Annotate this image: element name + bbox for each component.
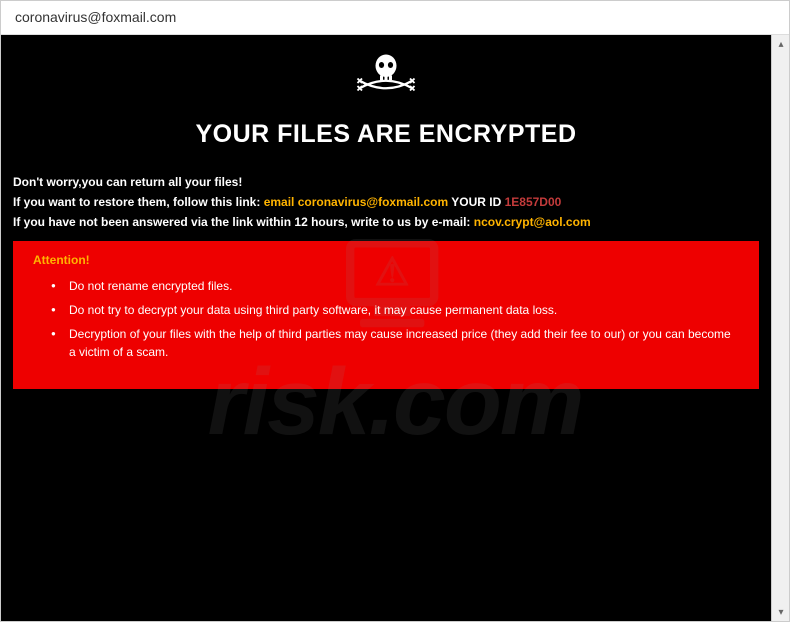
pirate-skull-icon <box>1 35 771 112</box>
intro-text: Don't worry,you can return all your file… <box>13 173 759 231</box>
warning-title: Attention! <box>33 253 739 267</box>
warning-item: Decryption of your files with the help o… <box>51 325 739 361</box>
warning-item: Do not try to decrypt your data using th… <box>51 301 739 319</box>
scroll-up-icon[interactable]: ▴ <box>772 35 789 53</box>
scroll-down-icon[interactable]: ▾ <box>772 603 789 621</box>
your-id-label: YOUR ID <box>448 195 504 209</box>
warning-list: Do not rename encrypted files. Do not tr… <box>33 277 739 361</box>
intro-prefix-3: If you have not been answered via the li… <box>13 215 474 229</box>
warning-item: Do not rename encrypted files. <box>51 277 739 295</box>
window-title: coronavirus@foxmail.com <box>15 9 176 25</box>
intro-line-2: If you want to restore them, follow this… <box>13 193 759 211</box>
ransom-note: ⚠ risk.com <box>1 35 789 621</box>
content-area: ⚠ risk.com <box>1 35 789 621</box>
intro-line-3: If you have not been answered via the li… <box>13 213 759 231</box>
intro-line-1: Don't worry,you can return all your file… <box>13 173 759 191</box>
warning-box: Attention! Do not rename encrypted files… <box>13 241 759 389</box>
window-frame: coronavirus@foxmail.com ⚠ risk.com <box>0 0 790 622</box>
title-bar: coronavirus@foxmail.com <box>1 1 789 35</box>
intro-prefix-2: If you want to restore them, follow this… <box>13 195 264 209</box>
backup-email: ncov.crypt@aol.com <box>474 215 591 229</box>
main-heading: YOUR FILES ARE ENCRYPTED <box>1 120 771 149</box>
victim-id: 1E857D00 <box>505 195 562 209</box>
scrollbar[interactable]: ▴ ▾ <box>771 35 789 621</box>
primary-email: email coronavirus@foxmail.com <box>264 195 448 209</box>
